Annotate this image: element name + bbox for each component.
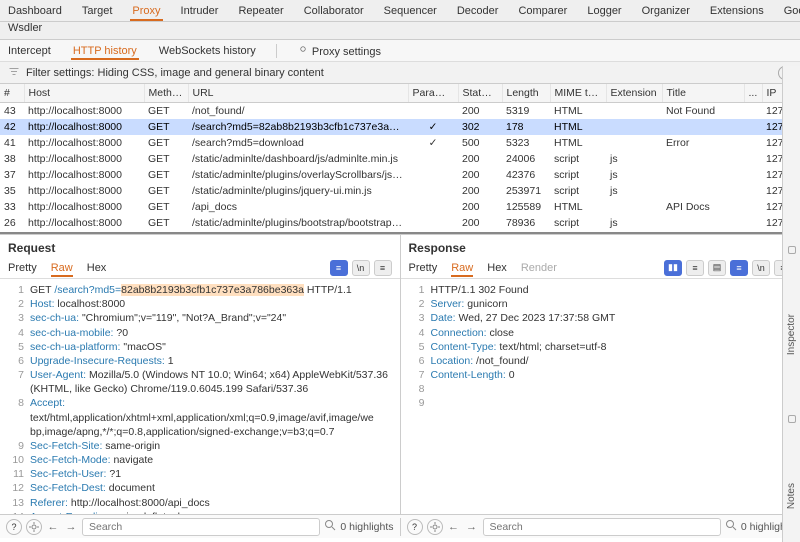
table-row[interactable]: 42http://localhost:8000GET/search?md5=82… [0, 119, 800, 135]
http-history-table: #HostMethodURLParams ...Status...LengthM… [0, 84, 800, 234]
tab-google-authenticator[interactable]: Google Authenticator [782, 1, 800, 21]
search-icon[interactable] [324, 519, 336, 534]
filter-text: Filter settings: Hiding CSS, image and g… [26, 67, 324, 79]
highlight-count: 0 highlights [340, 521, 393, 533]
subtab-websockets-history[interactable]: WebSockets history [157, 42, 258, 60]
search-icon[interactable] [725, 519, 737, 534]
column-header[interactable]: # [0, 84, 24, 103]
inspector-tab[interactable]: Inspector [786, 314, 797, 355]
tab-target[interactable]: Target [80, 1, 115, 21]
prev-icon[interactable]: ← [447, 520, 461, 534]
view-icon[interactable]: ≡ [374, 260, 392, 276]
layout-icon[interactable]: ▤ [708, 260, 726, 276]
notes-tab[interactable]: Notes [786, 483, 797, 509]
view-tab-pretty[interactable]: Pretty [409, 259, 438, 277]
response-body[interactable]: 1HTTP/1.1 302 Found2Server: gunicorn3Dat… [401, 279, 800, 514]
table-row[interactable]: 33http://localhost:8000GET/api_docs20012… [0, 199, 800, 215]
help-icon[interactable]: ? [407, 519, 423, 535]
tab-extensions[interactable]: Extensions [708, 1, 766, 21]
tab-decoder[interactable]: Decoder [455, 1, 501, 21]
tab-organizer[interactable]: Organizer [640, 1, 692, 21]
inspector-icon[interactable] [788, 246, 796, 254]
table-row[interactable]: 35http://localhost:8000GET/static/adminl… [0, 183, 800, 199]
request-title: Request [0, 235, 400, 257]
tab-proxy[interactable]: Proxy [130, 1, 162, 21]
tab-intruder[interactable]: Intruder [179, 1, 221, 21]
search-input-response[interactable] [483, 518, 721, 536]
layout-icon[interactable]: ≡ [686, 260, 704, 276]
gear-icon[interactable] [26, 519, 42, 535]
help-icon[interactable]: ? [6, 519, 22, 535]
table-row[interactable]: 41http://localhost:8000GET/search?md5=do… [0, 135, 800, 151]
column-header[interactable]: URL [188, 84, 408, 103]
bottom-bar: ? ← → 0 highlights ? ← → 0 highlights [0, 514, 800, 538]
main-tabs: Dashboard Target Proxy Intruder Repeater Coll… [0, 0, 800, 22]
view-tab-raw[interactable]: Raw [51, 259, 73, 277]
filter-icon [8, 65, 20, 80]
actions-icon[interactable]: ≡ [330, 260, 348, 276]
column-header[interactable]: Method [144, 84, 188, 103]
tab-sequencer[interactable]: Sequencer [382, 1, 439, 21]
column-header[interactable]: Length [502, 84, 550, 103]
column-header[interactable]: Host [24, 84, 144, 103]
response-title: Response [401, 235, 800, 257]
next-icon[interactable]: → [465, 520, 479, 534]
tab-wsdler[interactable]: Wsdler [8, 22, 42, 34]
view-tab-pretty[interactable]: Pretty [8, 259, 37, 277]
view-tab-hex[interactable]: Hex [87, 259, 107, 277]
column-header[interactable]: Extension [606, 84, 662, 103]
gear-icon[interactable] [427, 519, 443, 535]
response-panel: Response PrettyRawHexRender▮▮≡▤≡\n≡ 1HTT… [401, 235, 800, 514]
tab-comparer[interactable]: Comparer [516, 1, 569, 21]
column-header[interactable]: ... [744, 84, 762, 103]
gear-icon [297, 43, 309, 55]
subtab-intercept[interactable]: Intercept [6, 42, 53, 60]
layout-icon[interactable]: ▮▮ [664, 260, 682, 276]
next-icon[interactable]: → [64, 520, 78, 534]
proxy-subtabs: InterceptHTTP historyWebSockets history … [0, 40, 800, 62]
table-row[interactable]: 37http://localhost:8000GET/static/adminl… [0, 167, 800, 183]
search-input-request[interactable] [82, 518, 320, 536]
right-sidebar: Inspector Notes [782, 66, 800, 542]
request-panel: Request Pretty Raw Hex ≡\n≡ 1GET /search?md… [0, 235, 401, 514]
table-row[interactable]: 43http://localhost:8000GET/not_found/200… [0, 103, 800, 120]
column-header[interactable]: Params ... [408, 84, 458, 103]
notes-icon[interactable] [788, 415, 796, 423]
table-row[interactable]: 38http://localhost:8000GET/static/adminl… [0, 151, 800, 167]
proxy-settings-button[interactable]: Proxy settings [295, 40, 383, 61]
filter-bar[interactable]: Filter settings: Hiding CSS, image and g… [0, 62, 800, 84]
tab-repeater[interactable]: Repeater [236, 1, 285, 21]
view-tab-render[interactable]: Render [521, 259, 557, 277]
column-header[interactable]: Status... [458, 84, 502, 103]
view-tab-hex[interactable]: Hex [487, 259, 507, 277]
tab-logger[interactable]: Logger [585, 1, 623, 21]
tab-dashboard[interactable]: Dashboard [6, 1, 64, 21]
view-tab-raw[interactable]: Raw [451, 259, 473, 277]
wrap-icon[interactable]: \n [352, 260, 370, 276]
request-body[interactable]: 1GET /search?md5=82ab8b2193b3cfb1c737e3a… [0, 279, 400, 514]
table-row[interactable]: 26http://localhost:8000GET/static/adminl… [0, 215, 800, 231]
tab-collaborator[interactable]: Collaborator [302, 1, 366, 21]
prev-icon[interactable]: ← [46, 520, 60, 534]
wrap-icon[interactable]: \n [752, 260, 770, 276]
actions-icon[interactable]: ≡ [730, 260, 748, 276]
column-header[interactable]: Title [662, 84, 744, 103]
column-header[interactable]: MIME type [550, 84, 606, 103]
subtab-http-history[interactable]: HTTP history [71, 42, 139, 60]
